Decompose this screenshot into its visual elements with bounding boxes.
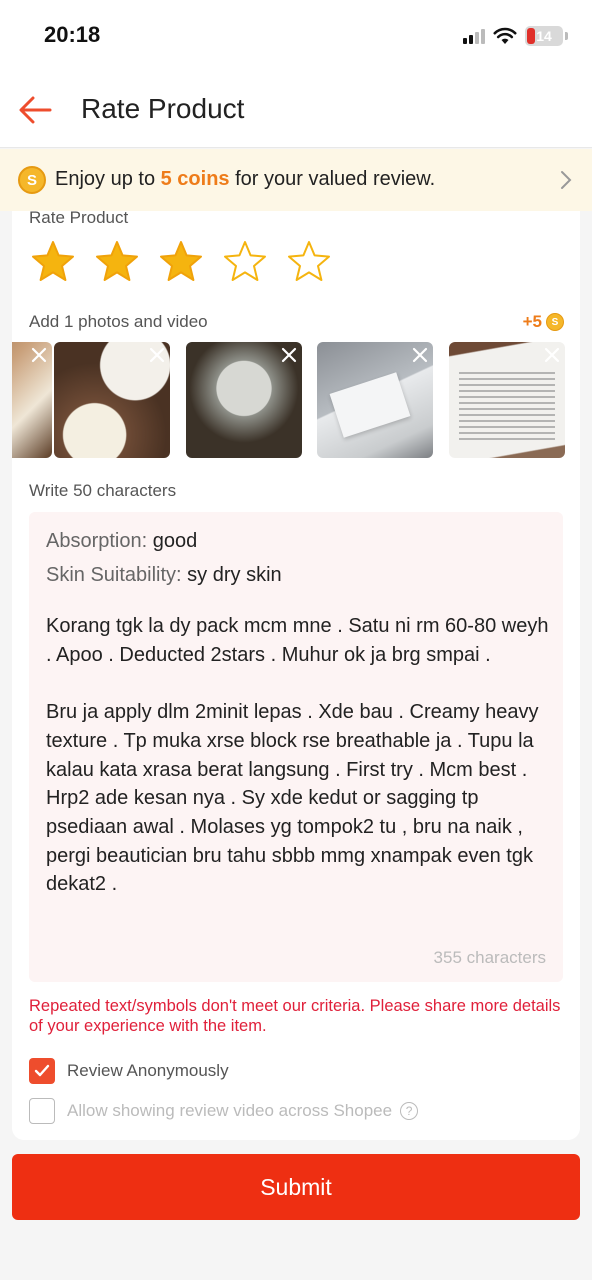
validation-error: Repeated text/symbols don't meet our cri… bbox=[29, 997, 561, 1035]
photo-thumbnails bbox=[12, 342, 580, 458]
character-count: 355 characters bbox=[433, 948, 546, 967]
review-anonymously-option[interactable]: Review Anonymously bbox=[29, 1058, 229, 1084]
attribute-skin-suitability: Skin Suitability: sy dry skin bbox=[46, 564, 282, 586]
page-title: Rate Product bbox=[81, 93, 245, 124]
submit-button[interactable]: Submit bbox=[12, 1154, 580, 1220]
photo-thumbnail[interactable] bbox=[54, 342, 170, 458]
chevron-right-icon bbox=[561, 171, 572, 189]
anonymous-checkbox[interactable] bbox=[29, 1058, 55, 1084]
review-card: Rate Product Add 1 photos and video +5 S… bbox=[12, 208, 580, 1140]
coin-reward-banner[interactable]: S Enjoy up to 5 coins for your valued re… bbox=[0, 149, 592, 211]
header-bar: Rate Product bbox=[0, 72, 592, 148]
add-photos-label: Add 1 photos and video bbox=[29, 312, 208, 331]
photo-thumbnail[interactable] bbox=[12, 342, 52, 458]
attribute-absorption: Absorption: good bbox=[46, 530, 198, 552]
allow-video-label: Allow showing review video across Shopee bbox=[67, 1101, 393, 1120]
coin-amount: 5 coins bbox=[160, 168, 230, 190]
photo-coin-bonus: +5 S bbox=[523, 312, 564, 332]
back-arrow-icon bbox=[19, 96, 52, 124]
coin-banner-text: Enjoy up to 5 coins for your valued revi… bbox=[55, 168, 436, 190]
close-icon bbox=[31, 347, 47, 363]
close-icon bbox=[544, 347, 560, 363]
bonus-amount: +5 bbox=[522, 312, 542, 331]
close-icon bbox=[281, 347, 297, 363]
close-icon bbox=[412, 347, 428, 363]
checkmark-icon bbox=[34, 1064, 50, 1077]
back-button[interactable] bbox=[14, 90, 56, 130]
photo-thumbnail[interactable] bbox=[449, 342, 565, 458]
cellular-signal-icon bbox=[463, 28, 485, 44]
review-textarea[interactable]: Absorption: good Skin Suitability: sy dr… bbox=[29, 512, 563, 982]
remove-photo-button[interactable] bbox=[278, 344, 300, 366]
review-text: Korang tgk la dy pack mcm mne . Satu ni … bbox=[46, 615, 549, 896]
rate-product-label: Rate Product bbox=[29, 208, 129, 227]
star-rating bbox=[30, 239, 332, 285]
photo-thumbnail[interactable] bbox=[186, 342, 302, 458]
star-filled-icon[interactable] bbox=[30, 239, 76, 285]
status-bar: 20:18 14 bbox=[0, 0, 592, 72]
star-empty-icon[interactable] bbox=[286, 239, 332, 285]
close-icon bbox=[149, 347, 165, 363]
allow-video-option[interactable]: Allow showing review video across Shopee… bbox=[29, 1098, 419, 1124]
battery-icon: 14 bbox=[525, 26, 563, 46]
coin-icon: S bbox=[18, 166, 46, 194]
coin-icon: S bbox=[546, 313, 564, 331]
star-filled-icon[interactable] bbox=[94, 239, 140, 285]
help-icon[interactable]: ? bbox=[400, 1102, 419, 1120]
star-empty-icon[interactable] bbox=[222, 239, 268, 285]
write-review-label: Write 50 characters bbox=[29, 481, 177, 500]
remove-photo-button[interactable] bbox=[28, 344, 50, 366]
remove-photo-button[interactable] bbox=[541, 344, 563, 366]
remove-photo-button[interactable] bbox=[409, 344, 431, 366]
star-filled-icon[interactable] bbox=[158, 239, 204, 285]
remove-photo-button[interactable] bbox=[146, 344, 168, 366]
wifi-icon bbox=[493, 27, 517, 44]
status-icons: 14 bbox=[463, 24, 568, 48]
battery-level: 14 bbox=[536, 28, 552, 44]
photo-thumbnail[interactable] bbox=[317, 342, 433, 458]
allow-video-checkbox[interactable] bbox=[29, 1098, 55, 1124]
status-time: 20:18 bbox=[44, 22, 101, 47]
anonymous-label: Review Anonymously bbox=[67, 1061, 229, 1080]
